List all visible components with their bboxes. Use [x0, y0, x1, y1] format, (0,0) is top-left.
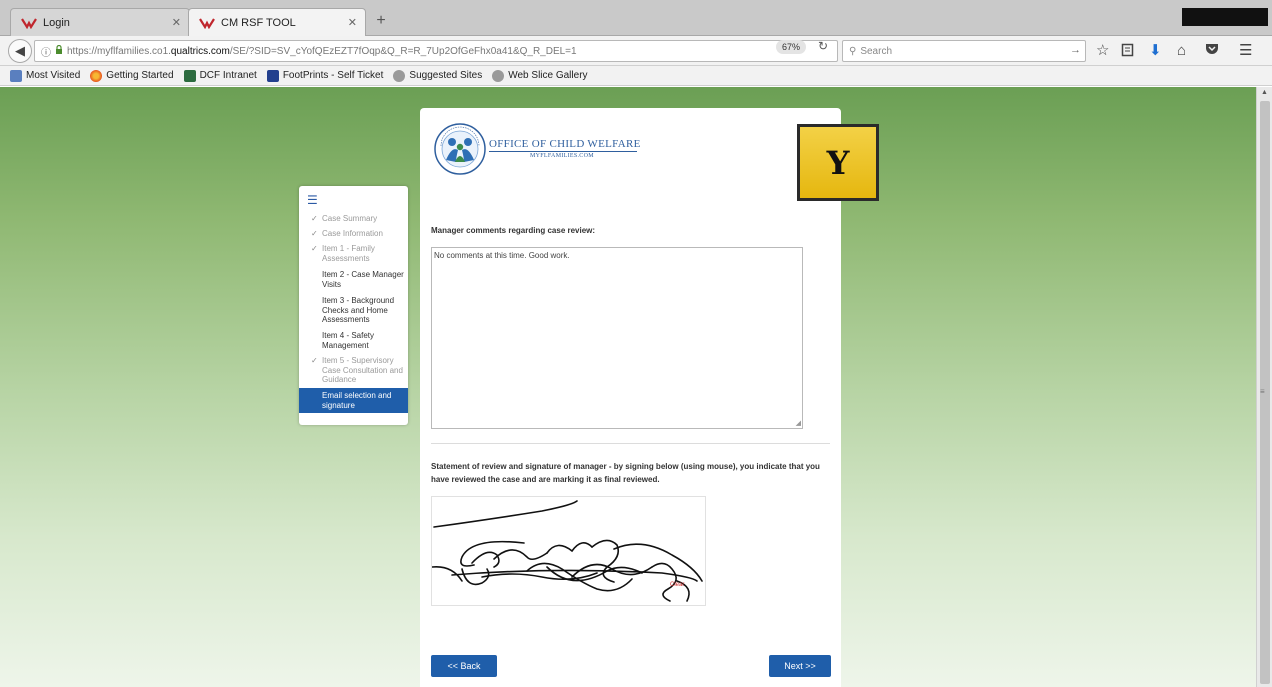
url-domain: qualtrics.com [170, 45, 230, 57]
lock-icon [55, 44, 63, 57]
survey-nav-sidebar: ☰ ✓ Case Summary ✓ Case Information ✓ It… [299, 186, 408, 425]
dcf-icon [183, 69, 196, 82]
checkmark-icon: ✓ [311, 244, 318, 253]
scroll-up-icon[interactable]: ▲ [1261, 89, 1268, 96]
sidebar-item-case-manager-visits[interactable]: Item 2 - Case Manager Visits [299, 270, 408, 289]
sidebar-item-case-summary[interactable]: ✓ Case Summary [299, 214, 408, 224]
browser-nav-bar: ◀ ⓘ https://myflfamilies.co1.qualtrics.c… [0, 36, 1272, 66]
globe-icon [492, 69, 505, 82]
y-letter-badge: Y [797, 124, 879, 201]
tab-login-label: Login [43, 16, 70, 29]
signature-clear-link[interactable]: Clear [670, 582, 684, 588]
checkmark-icon: ✓ [311, 214, 318, 223]
tab-cm-rsf-tool[interactable]: CM RSF TOOL ✕ [188, 8, 366, 36]
qualtrics-icon [19, 16, 39, 30]
browser-tab-strip: Login ✕ CM RSF TOOL ✕ + [0, 0, 1272, 36]
sidebar-item-background-checks[interactable]: Item 3 - Background Checks and Home Asse… [299, 296, 408, 325]
bookmarks-bar: Most Visited Getting Started DCF Intrane… [0, 66, 1272, 86]
sidebar-item-label: Item 1 - Family Assessments [322, 244, 375, 263]
bookmark-label: Suggested Sites [409, 70, 483, 81]
sidebar-item-email-signature[interactable]: Email selection and signature [299, 388, 408, 413]
signature-pad[interactable] [431, 496, 706, 606]
pocket-icon[interactable] [1205, 43, 1219, 59]
arrow-left-icon: ◀ [15, 43, 25, 58]
sidebar-item-label: Item 2 - Case Manager Visits [322, 270, 404, 289]
sidebar-item-supervisory-consultation[interactable]: ✓ Item 5 - Supervisory Case Consultation… [299, 356, 408, 385]
hamburger-menu-icon[interactable]: ☰ [307, 193, 318, 207]
sidebar-item-family-assessments[interactable]: ✓ Item 1 - Family Assessments [299, 244, 408, 263]
reload-icon[interactable]: ↻ [818, 39, 828, 53]
sidebar-item-label: Email selection and signature [322, 391, 392, 410]
bookmark-suggested-sites[interactable]: Suggested Sites [393, 69, 483, 82]
footprints-icon [266, 69, 279, 82]
page-content: ☰ ✓ Case Summary ✓ Case Information ✓ It… [0, 87, 1256, 687]
arrow-right-icon[interactable]: → [1070, 44, 1081, 56]
sidebar-item-label: Item 5 - Supervisory Case Consultation a… [322, 356, 403, 384]
sidebar-item-label: Case Summary [322, 214, 378, 223]
section-divider [431, 443, 830, 444]
manager-comments-textarea[interactable]: No comments at this time. Good work. ◢ [431, 247, 803, 429]
manager-comments-label: Manager comments regarding case review: [431, 226, 596, 235]
firefox-icon [90, 69, 103, 82]
new-tab-button[interactable]: + [372, 12, 390, 30]
close-tab-icon[interactable]: ✕ [348, 16, 357, 29]
zoom-level-badge[interactable]: 67% [776, 40, 807, 54]
florida-dcf-seal-logo [434, 123, 486, 175]
bookmark-folder-icon [10, 69, 22, 82]
browser-back-button[interactable]: ◀ [8, 39, 32, 63]
resize-handle-icon[interactable]: ◢ [796, 419, 801, 427]
bookmark-label: Getting Started [106, 70, 174, 81]
bookmark-most-visited[interactable]: Most Visited [10, 69, 81, 82]
search-input[interactable]: ⚲ Search → [842, 40, 1086, 62]
qualtrics-icon [197, 16, 217, 30]
scrollbar-grip-icon: ≡ [1260, 387, 1265, 396]
back-button[interactable]: << Back [431, 655, 497, 677]
sidebar-item-safety-management[interactable]: Item 4 - Safety Management [299, 331, 408, 350]
bookmark-star-icon[interactable]: ☆ [1096, 43, 1109, 59]
signature-drawing [431, 500, 703, 602]
checkmark-icon: ✓ [311, 229, 318, 238]
redacted-area [1182, 8, 1268, 26]
org-website: MYFLFAMILIES.COM [530, 153, 594, 159]
y-letter: Y [826, 143, 850, 182]
url-text: https://myflfamilies.co1.qualtrics.com/S… [67, 46, 577, 57]
bookmark-label: FootPrints - Self Ticket [282, 70, 384, 81]
checkmark-icon: ✓ [311, 356, 318, 365]
tab-login[interactable]: Login ✕ [10, 8, 190, 36]
vertical-scrollbar[interactable]: ▲ ≡ [1256, 87, 1272, 687]
bookmark-web-slice-gallery[interactable]: Web Slice Gallery [492, 69, 588, 82]
bookmark-footprints[interactable]: FootPrints - Self Ticket [266, 69, 384, 82]
search-icon: ⚲ [849, 45, 857, 57]
sidebar-item-case-information[interactable]: ✓ Case Information [299, 229, 408, 239]
bookmark-getting-started[interactable]: Getting Started [90, 69, 174, 82]
hamburger-menu-icon[interactable]: ☰ [1239, 43, 1252, 59]
home-icon[interactable]: ⌂ [1177, 43, 1186, 59]
tab-cm-label: CM RSF TOOL [221, 16, 296, 29]
url-prefix: https://myflfamilies.co1. [67, 45, 171, 57]
org-name-underline [489, 151, 637, 152]
download-icon[interactable]: ⬇ [1149, 43, 1162, 59]
bookmark-label: Most Visited [26, 70, 81, 81]
manager-comments-value: No comments at this time. Good work. [434, 251, 570, 260]
bookmark-dcf-intranet[interactable]: DCF Intranet [183, 69, 257, 82]
sidebar-item-label: Item 3 - Background Checks and Home Asse… [322, 296, 395, 324]
bookmark-label: Web Slice Gallery [508, 70, 588, 81]
url-path: /SE/?SID=SV_cYofQEzEZT7fOqp&Q_R=R_7Up2Of… [229, 45, 577, 57]
sidebar-item-label: Item 4 - Safety Management [322, 331, 375, 350]
bookmark-label: DCF Intranet [199, 70, 257, 81]
url-bar[interactable]: ⓘ https://myflfamilies.co1.qualtrics.com… [34, 40, 838, 62]
info-icon: ⓘ [41, 47, 51, 59]
org-name: OFFICE OF CHILD WELFARE [489, 138, 641, 150]
next-button[interactable]: Next >> [769, 655, 831, 677]
close-tab-icon[interactable]: ✕ [172, 16, 181, 29]
search-placeholder: Search [860, 45, 893, 57]
globe-icon [393, 69, 406, 82]
sidebar-item-label: Case Information [322, 229, 383, 238]
survey-panel: OFFICE OF CHILD WELFARE MYFLFAMILIES.COM… [420, 108, 841, 687]
signature-statement: Statement of review and signature of man… [431, 462, 820, 484]
reading-list-icon[interactable] [1121, 43, 1134, 61]
